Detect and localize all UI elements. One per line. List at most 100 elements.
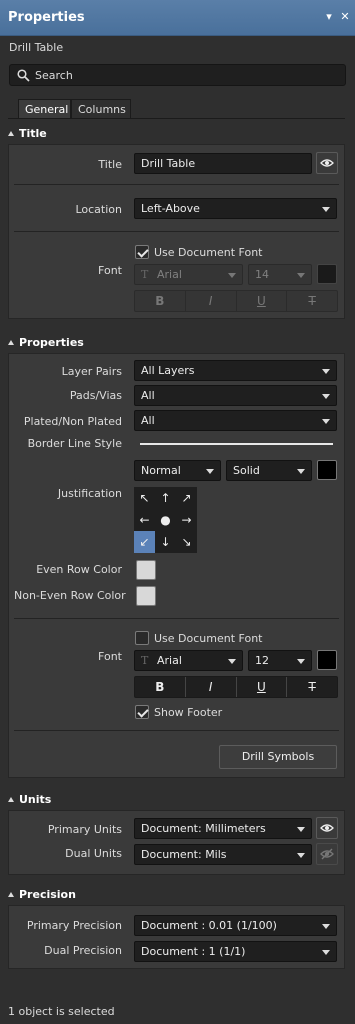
section-title-label: Title [19,127,47,140]
dual-precision-value: Document : 1 (1/1) [141,945,246,958]
justify-center-button[interactable]: ● [155,509,176,531]
underline-button[interactable]: U [237,677,288,697]
status-text: 1 object is selected [8,1005,115,1018]
bold-button[interactable]: B [135,291,186,311]
italic-button[interactable]: I [186,291,237,311]
border-line-style-label: Border Line Style [27,437,122,450]
chevron-down-icon [322,419,330,424]
tab-columns[interactable]: Columns [71,99,131,119]
plated-label: Plated/Non Plated [23,415,122,428]
chevron-down-icon [322,950,330,955]
title-visibility-button[interactable] [316,152,338,174]
justify-middle-left-button[interactable]: ← [134,509,155,531]
chevron-down-icon [297,827,305,832]
justification-label: Justification [57,487,122,500]
props-use-doc-font-checkbox[interactable] [135,631,149,645]
dual-units-value: Document: Mils [141,848,227,861]
section-units-header[interactable]: Units [8,793,51,806]
section-title-header[interactable]: Title [8,127,47,140]
show-footer-checkbox[interactable] [135,705,149,719]
chevron-down-icon [322,207,330,212]
location-value: Left-Above [141,202,200,215]
dual-units-label: Dual Units [65,847,122,860]
search-icon [17,69,30,82]
chevron-down-icon [322,394,330,399]
search-input[interactable]: Search [9,64,346,86]
chevron-down-icon [297,659,305,664]
props-font-name-dropdown[interactable]: T Arial [134,650,243,671]
props-font-format-bar: B I U T [134,676,338,698]
title-font-format-bar: B I U T [134,290,338,312]
justify-top-left-button[interactable]: ↖ [134,487,155,509]
underline-button[interactable]: U [237,291,288,311]
props-font-color-swatch[interactable] [317,650,337,670]
title-use-doc-font-label: Use Document Font [154,246,263,259]
bold-button[interactable]: B [135,677,186,697]
italic-button[interactable]: I [186,677,237,697]
justify-top-right-button[interactable]: ↗ [176,487,197,509]
eye-off-icon [320,848,334,860]
justify-bottom-center-button[interactable]: ↓ [155,531,176,553]
font-type-icon: T [141,654,149,667]
line-width-value: Normal [141,464,181,477]
drill-symbols-button[interactable]: Drill Symbols [219,745,337,769]
line-width-dropdown[interactable]: Normal [134,460,221,481]
location-label: Location [75,203,122,216]
chevron-down-icon [206,469,214,474]
line-style-value: Solid [233,464,260,477]
props-font-label: Font [98,650,122,663]
chevron-down-icon [228,273,236,278]
pads-vias-dropdown[interactable]: All [134,385,337,406]
title-input[interactable]: Drill Table [134,153,312,174]
chevron-down-icon [228,659,236,664]
dual-units-dropdown[interactable]: Document: Mils [134,844,312,865]
location-dropdown[interactable]: Left-Above [134,198,337,219]
props-use-doc-font-label: Use Document Font [154,632,263,645]
section-precision-header[interactable]: Precision [8,888,76,901]
dual-units-visibility-button[interactable] [316,843,338,865]
chevron-down-icon [297,273,305,278]
section-units-label: Units [19,793,52,806]
border-color-swatch[interactable] [317,460,337,480]
eye-icon [320,824,334,832]
title-font-label: Font [98,264,122,277]
primary-units-visibility-button[interactable] [316,817,338,839]
strikethrough-button[interactable]: T [287,677,337,697]
border-line-preview[interactable] [140,443,333,445]
strikethrough-button[interactable]: T [287,291,337,311]
panel-menu-icon[interactable]: ▾ [322,10,336,24]
separator [14,184,339,185]
justify-middle-right-button[interactable]: → [176,509,197,531]
props-font-size-dropdown[interactable]: 12 [248,650,312,671]
separator [14,618,339,619]
line-style-dropdown[interactable]: Solid [226,460,312,481]
title-font-color-swatch[interactable] [317,264,337,284]
primary-units-label: Primary Units [47,823,122,836]
close-icon[interactable]: ✕ [338,10,352,24]
noneven-row-color-swatch[interactable] [136,586,156,606]
separator [14,231,339,232]
justify-bottom-left-button[interactable]: ↙ [134,531,155,553]
layer-pairs-dropdown[interactable]: All Layers [134,360,337,381]
primary-units-dropdown[interactable]: Document: Millimeters [134,818,312,839]
title-label: Title [98,158,122,171]
dual-precision-dropdown[interactable]: Document : 1 (1/1) [134,941,337,962]
title-font-size-dropdown[interactable]: 14 [248,264,312,285]
layer-pairs-label: Layer Pairs [61,365,122,378]
section-properties-header[interactable]: Properties [8,336,84,349]
primary-precision-dropdown[interactable]: Document : 0.01 (1/100) [134,915,337,936]
justify-bottom-right-button[interactable]: ↘ [176,531,197,553]
title-font-name-dropdown[interactable]: T Arial [134,264,243,285]
object-type-label: Drill Table [9,41,64,54]
justify-top-center-button[interactable]: ↑ [155,487,176,509]
chevron-down-icon [297,853,305,858]
panel-titlebar: Properties ▾ ✕ [0,0,355,36]
search-placeholder: Search [35,69,73,82]
title-use-doc-font-checkbox[interactable] [135,245,149,259]
separator [14,730,339,731]
noneven-row-color-label: Non-Even Row Color [14,589,126,602]
plated-dropdown[interactable]: All [134,410,337,431]
primary-precision-value: Document : 0.01 (1/100) [141,919,277,932]
tab-general[interactable]: General [18,99,71,119]
even-row-color-swatch[interactable] [136,560,156,580]
